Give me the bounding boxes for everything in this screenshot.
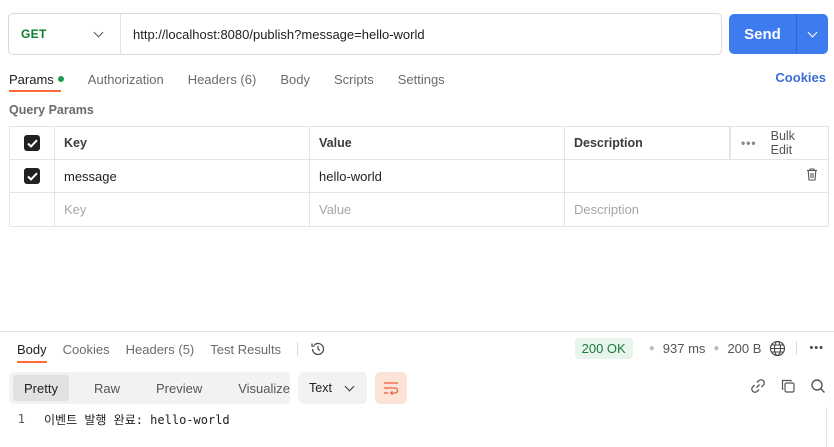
history-icon[interactable] [310, 341, 326, 357]
new-description-field[interactable]: Description [565, 193, 828, 226]
select-all-checkbox[interactable] [24, 135, 40, 151]
new-key-field[interactable]: Key [55, 193, 310, 226]
send-button-group: Send [729, 14, 828, 54]
language-select[interactable]: Text [298, 372, 367, 404]
query-params-title: Query Params [9, 103, 94, 117]
row-checkbox[interactable] [24, 168, 40, 184]
method-select[interactable]: GET [9, 14, 121, 54]
tab-response-headers[interactable]: Headers (5) [126, 342, 195, 357]
response-body-line: 1 이벤트 발행 완료: hello-world [0, 408, 834, 430]
chevron-down-icon [807, 27, 818, 37]
params-active-dot [57, 76, 64, 83]
separator-dot: ● [648, 342, 655, 354]
tab-response-cookies[interactable]: Cookies [63, 342, 110, 357]
new-value-field[interactable]: Value [310, 193, 565, 226]
chevron-down-icon [93, 27, 104, 37]
divider [297, 342, 299, 356]
format-raw[interactable]: Raw [83, 375, 131, 401]
send-options-button[interactable] [796, 14, 828, 54]
column-header-description: Description [565, 127, 730, 159]
bulk-edit-cell: ••• Bulk Edit [730, 127, 828, 159]
table-row: message hello-world [10, 160, 828, 193]
url-bar: GET [8, 13, 722, 55]
search-icon[interactable] [810, 378, 826, 394]
trash-icon[interactable] [806, 168, 818, 184]
url-input[interactable] [121, 14, 721, 54]
response-time[interactable]: 937 ms [663, 341, 706, 356]
link-icon[interactable] [750, 378, 766, 394]
globe-icon[interactable] [769, 340, 786, 357]
word-wrap-button[interactable] [375, 372, 407, 404]
language-label: Text [309, 381, 332, 395]
check-icon [26, 172, 38, 181]
active-tab-indicator [9, 90, 61, 92]
param-description-field[interactable] [565, 160, 828, 192]
active-response-tab-indicator [17, 361, 47, 363]
more-options-icon[interactable]: ••• [741, 136, 757, 150]
response-meta: 200 OK ● 937 ms ● 200 B ••• [574, 337, 824, 359]
bulk-edit-wrap: ••• Bulk Edit [730, 127, 816, 159]
format-visualize[interactable]: Visualize [227, 375, 301, 401]
response-size[interactable]: 200 B [727, 341, 761, 356]
scrollbar[interactable] [826, 407, 834, 447]
response-tabs: Body Cookies Headers (5) Test Results [17, 340, 326, 358]
status-badge[interactable]: 200 OK [574, 337, 633, 359]
tab-authorization[interactable]: Authorization [88, 72, 164, 87]
chevron-down-icon [344, 381, 355, 391]
check-icon [26, 139, 38, 148]
separator-dot: ● [713, 342, 720, 354]
cookies-link[interactable]: Cookies [775, 70, 826, 85]
tab-body[interactable]: Body [280, 72, 310, 87]
more-options-icon[interactable]: ••• [809, 342, 824, 354]
send-button[interactable]: Send [729, 14, 796, 54]
table-row-empty: Key Value Description [10, 193, 828, 226]
method-label: GET [21, 27, 47, 41]
format-pretty[interactable]: Pretty [13, 375, 69, 401]
format-tabs: Pretty Raw Preview Visualize [9, 372, 290, 404]
tab-test-results[interactable]: Test Results [210, 342, 281, 357]
line-number: 1 [17, 412, 25, 426]
table-header-row: Key Value Description ••• Bulk Edit [10, 127, 828, 160]
tab-response-body[interactable]: Body [17, 342, 47, 357]
bulk-edit-button[interactable]: Bulk Edit [771, 129, 816, 157]
response-divider [0, 331, 834, 332]
tab-label: Params [9, 71, 54, 87]
wrap-icon [384, 382, 399, 395]
tab-scripts[interactable]: Scripts [334, 72, 374, 87]
select-all-cell [10, 127, 55, 159]
response-body-text[interactable]: 이벤트 발행 완료: hello-world [44, 411, 230, 428]
empty-checkbox-cell [10, 193, 55, 226]
copy-icon[interactable] [780, 378, 796, 394]
response-tools [736, 378, 826, 394]
column-header-key: Key [55, 127, 310, 159]
tab-settings[interactable]: Settings [398, 72, 445, 87]
format-preview[interactable]: Preview [145, 375, 213, 401]
column-header-value: Value [310, 127, 565, 159]
param-value-field[interactable]: hello-world [310, 160, 565, 192]
tab-params[interactable]: Params [9, 72, 64, 87]
tab-headers[interactable]: Headers (6) [188, 72, 257, 87]
divider [796, 341, 798, 355]
request-tabs: Params Authorization Headers (6) Body Sc… [9, 70, 834, 88]
params-table: Key Value Description ••• Bulk Edit mess… [9, 126, 829, 227]
param-key-field[interactable]: message [55, 160, 310, 192]
row-checkbox-cell [10, 160, 55, 192]
